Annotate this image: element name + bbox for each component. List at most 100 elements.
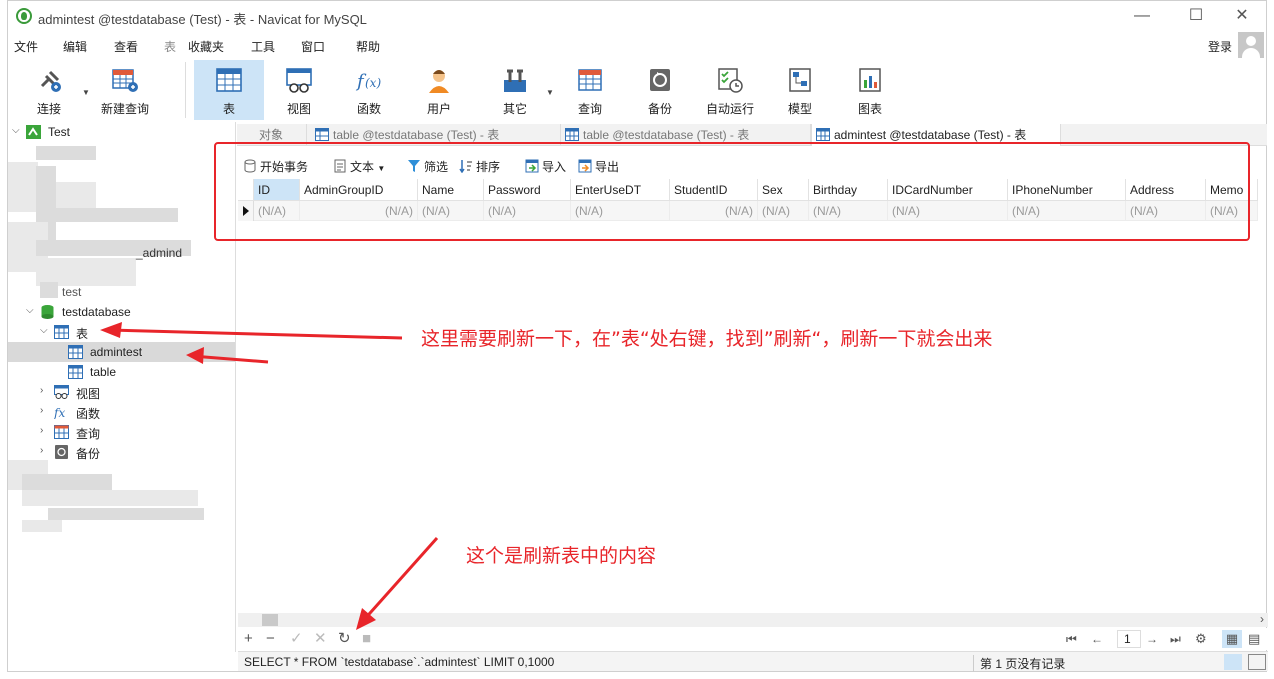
- scrollbar-thumb[interactable]: [262, 614, 278, 626]
- backup-icon: [650, 69, 670, 91]
- title-bar: admintest @testdatabase (Test) - 表 - Nav…: [8, 1, 1266, 32]
- delete-record-icon[interactable]: −: [266, 630, 275, 648]
- menu-edit[interactable]: 编辑: [63, 38, 87, 55]
- tree-table-table[interactable]: table: [8, 362, 235, 382]
- others-label: 其它: [502, 102, 527, 116]
- auto-run-button[interactable]: 自动运行: [695, 60, 765, 120]
- backup-icon: [55, 445, 68, 459]
- svg-text:(x): (x): [365, 76, 381, 90]
- tree-group-queries[interactable]: › 查询: [8, 422, 235, 442]
- partial-tree-label: _admind: [136, 246, 183, 260]
- page-number-input[interactable]: 1: [1117, 630, 1141, 648]
- menu-favorites[interactable]: 收藏夹: [188, 38, 224, 55]
- tree-connection-test[interactable]: ⌵ Test: [8, 122, 235, 142]
- auto-run-label: 自动运行: [705, 102, 754, 116]
- view-button[interactable]: 视图: [264, 60, 334, 120]
- chart-button[interactable]: 图表: [835, 60, 905, 120]
- functions-group-label: 函数: [76, 407, 101, 421]
- table-item-label: table: [90, 365, 117, 379]
- table-icon: [565, 128, 579, 141]
- navicat-logo-icon: [16, 8, 32, 24]
- model-button[interactable]: 模型: [765, 60, 835, 120]
- tree-database-testdatabase[interactable]: ⌵ testdatabase: [8, 302, 235, 322]
- annotation-refresh-tree: 这里需要刷新一下，在”表“处右键，找到”刷新“，刷新一下就会出来: [421, 328, 993, 350]
- connect-button[interactable]: 连接: [14, 60, 84, 120]
- others-button[interactable]: 其它: [480, 60, 550, 120]
- maximize-button[interactable]: ☐: [1174, 5, 1218, 27]
- chevron-right-icon[interactable]: ›: [40, 445, 43, 456]
- model-icon: [789, 68, 811, 92]
- tables-group-label: 表: [76, 327, 89, 341]
- stop-icon[interactable]: ■: [362, 630, 371, 648]
- menu-file[interactable]: 文件: [14, 38, 38, 55]
- avatar[interactable]: [1238, 32, 1264, 58]
- redacted-item: [22, 490, 198, 506]
- database-icon: [41, 305, 54, 319]
- redacted-item: [40, 282, 58, 298]
- grid-view-icon[interactable]: ▦: [1222, 630, 1242, 648]
- menu-window[interactable]: 窗口: [301, 38, 325, 55]
- table-label: 表: [222, 102, 235, 116]
- previous-page-icon[interactable]: ←: [1091, 630, 1103, 648]
- queries-group-label: 查询: [76, 427, 101, 441]
- connect-dropdown-icon[interactable]: ▼: [82, 88, 90, 97]
- discard-changes-icon[interactable]: ✕: [314, 630, 327, 648]
- refresh-icon[interactable]: ↻: [338, 630, 351, 648]
- form-view-icon[interactable]: ▤: [1248, 630, 1260, 648]
- others-dropdown-icon[interactable]: ▼: [546, 88, 554, 97]
- menu-view[interactable]: 查看: [114, 38, 138, 55]
- view-icon: [286, 68, 312, 93]
- minimize-button[interactable]: —: [1120, 5, 1164, 27]
- function-label: 函数: [356, 102, 381, 116]
- tree-group-views[interactable]: › 视图: [8, 382, 235, 402]
- table-icon: [216, 68, 242, 92]
- last-page-icon[interactable]: ⏭: [1170, 630, 1181, 648]
- close-button[interactable]: ✕: [1220, 5, 1264, 27]
- next-page-icon[interactable]: →: [1146, 630, 1158, 648]
- tree-group-functions[interactable]: › fx 函数: [8, 402, 235, 422]
- connect-label: 连接: [36, 102, 61, 116]
- menu-tools[interactable]: 工具: [251, 38, 275, 55]
- navigation-tree: ⌵ Test _admind test ⌵ testdatabase ⌵ 表 a…: [8, 122, 236, 652]
- menu-help[interactable]: 帮助: [356, 38, 380, 55]
- login-link[interactable]: 登录: [1208, 38, 1232, 55]
- views-group-label: 视图: [76, 387, 101, 401]
- user-button[interactable]: 用户: [404, 60, 474, 120]
- record-navigation-bar: + − ✓ ✕ ↻ ■ ⏮ ← 1 → ⏭ ⚙ ▦ ▤: [238, 628, 1268, 650]
- plug-icon: [40, 70, 61, 92]
- backup-button[interactable]: 备份: [625, 60, 695, 120]
- apply-changes-icon[interactable]: ✓: [290, 630, 303, 648]
- chevron-right-icon[interactable]: ›: [40, 385, 43, 396]
- chevron-down-icon[interactable]: ⌵: [40, 325, 48, 336]
- chevron-down-icon[interactable]: ⌵: [26, 305, 34, 316]
- table-edit-icon: [315, 128, 329, 141]
- new-query-button[interactable]: 新建查询: [90, 60, 160, 120]
- panel-left-icon[interactable]: [1224, 654, 1242, 670]
- add-record-icon[interactable]: +: [244, 630, 253, 648]
- toolbar-separator: [185, 62, 186, 118]
- record-status: 第 1 页没有记录: [973, 655, 1065, 672]
- tree-group-backups[interactable]: › 备份: [8, 442, 235, 462]
- redacted-item: [54, 208, 178, 222]
- first-page-icon[interactable]: ⏮: [1066, 630, 1077, 648]
- chevron-right-icon[interactable]: ›: [40, 425, 43, 436]
- query-button[interactable]: 查询: [555, 60, 625, 120]
- chevron-right-icon[interactable]: ›: [40, 405, 43, 416]
- panel-right-icon[interactable]: [1248, 654, 1266, 670]
- horizontal-scrollbar[interactable]: ›: [238, 612, 1268, 627]
- view-label: 视图: [286, 102, 311, 116]
- chevron-down-icon[interactable]: ⌵: [12, 125, 20, 136]
- table-button[interactable]: 表: [194, 60, 264, 120]
- annotation-refresh-table: 这个是刷新表中的内容: [466, 545, 657, 567]
- table-icon: [68, 345, 83, 359]
- table-icon: [54, 325, 69, 339]
- gear-icon[interactable]: ⚙: [1195, 630, 1207, 648]
- tree-group-tables[interactable]: ⌵ 表: [8, 322, 235, 342]
- tab-label: admintest @testdatabase (Test) - 表: [834, 128, 1027, 142]
- scroll-right-icon[interactable]: ›: [1260, 612, 1264, 626]
- tree-table-admintest[interactable]: admintest: [8, 342, 235, 362]
- function-button[interactable]: f (x) 函数: [334, 60, 404, 120]
- connection-label: Test: [48, 125, 71, 139]
- menu-bar: 文件 编辑 查看 表 收藏夹 工具 窗口 帮助: [8, 34, 1266, 56]
- menu-table[interactable]: 表: [164, 38, 176, 55]
